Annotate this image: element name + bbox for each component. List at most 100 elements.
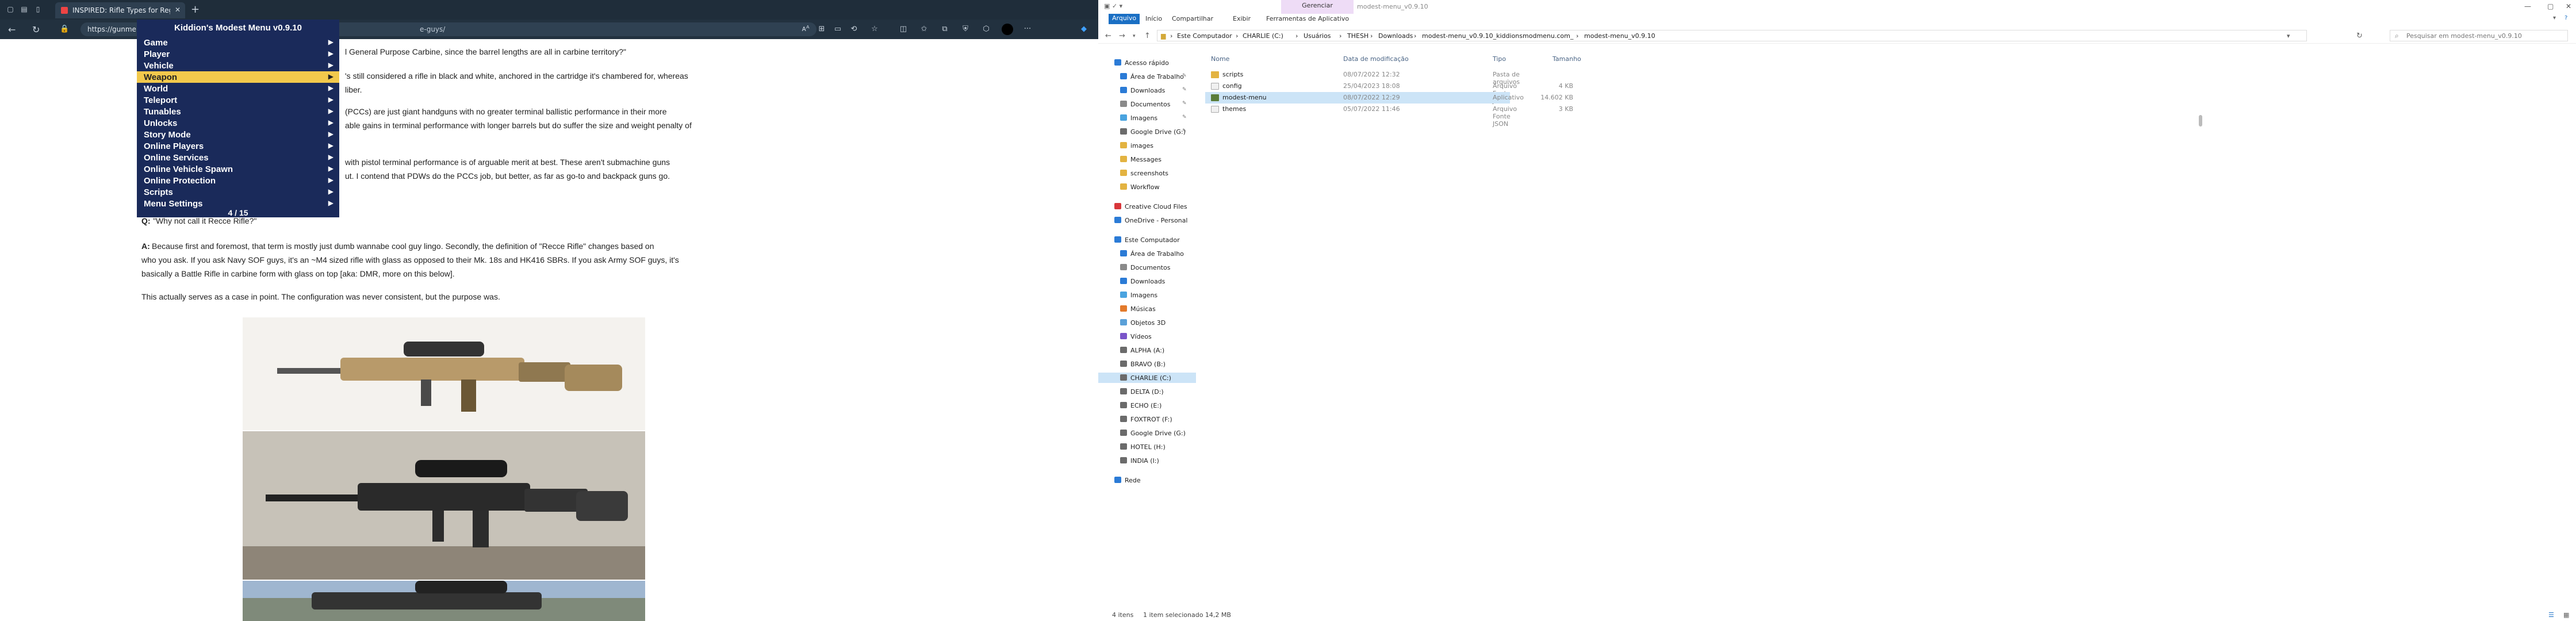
- nav-item[interactable]: Imagens ✎: [1098, 113, 1196, 123]
- mod-menu-item[interactable]: World ▶: [137, 83, 339, 94]
- profile-avatar[interactable]: [1002, 24, 1013, 35]
- favorite-star-icon[interactable]: ☆: [869, 25, 880, 34]
- nav-item[interactable]: DELTA (D:): [1098, 386, 1196, 397]
- copilot-icon[interactable]: ◆: [1079, 25, 1089, 34]
- extensions-icon[interactable]: ⬡: [981, 25, 991, 34]
- nav-item[interactable]: Acesso rápido: [1098, 57, 1196, 68]
- nav-item[interactable]: Objetos 3D: [1098, 317, 1196, 328]
- column-header-size[interactable]: Tamanho: [1552, 55, 1581, 63]
- quick-access-toolbar-icon[interactable]: ▣ ✓ ▾: [1104, 2, 1122, 10]
- path-dropdown-icon[interactable]: ▾: [2287, 32, 2290, 40]
- nav-item[interactable]: INDIA (I:): [1098, 455, 1196, 466]
- mod-menu-item[interactable]: Online Vehicle Spawn ▶: [137, 163, 339, 175]
- file-row[interactable]: modest-menu 08/07/2022 12:29 Aplicativo 14.…: [1205, 92, 1573, 103]
- breadcrumb-item[interactable]: THESH: [1347, 32, 1368, 40]
- explorer-search-box[interactable]: ⌕ Pesquisar em modest-menu_v0.9.10: [2390, 30, 2568, 41]
- browser-tab[interactable]: INSPIRED: Rifle Types for Regula ✕: [55, 2, 185, 18]
- explorer-forward-icon[interactable]: →: [1119, 32, 1125, 40]
- nav-item[interactable]: screenshots: [1098, 168, 1196, 178]
- nav-pane-scrollbar[interactable]: [2196, 55, 2205, 607]
- context-tab-manage[interactable]: Gerenciar: [1281, 0, 1354, 12]
- up-folder-icon[interactable]: ↑: [1144, 32, 1151, 40]
- close-window-icon[interactable]: ✕: [2566, 2, 2571, 10]
- ribbon-tab-file[interactable]: Arquivo: [1109, 14, 1140, 24]
- nav-item[interactable]: Google Drive (G:) ✎: [1098, 126, 1196, 137]
- breadcrumb-item[interactable]: Usuários: [1304, 32, 1331, 40]
- mod-menu-item[interactable]: Unlocks ▶: [137, 117, 339, 129]
- nav-item[interactable]: Documentos: [1098, 262, 1196, 273]
- more-menu-icon[interactable]: ···: [1022, 25, 1033, 34]
- nav-item[interactable]: Vídeos: [1098, 331, 1196, 342]
- mod-menu-item[interactable]: Teleport ▶: [137, 94, 339, 106]
- mod-menu-item[interactable]: Weapon ▶: [137, 71, 339, 83]
- nav-item[interactable]: ALPHA (A:): [1098, 345, 1196, 355]
- ribbon-tab-app-tools[interactable]: Ferramentas de Aplicativo: [1266, 15, 1349, 22]
- ribbon-tab-home[interactable]: Início: [1145, 15, 1162, 22]
- tab-actions-icon[interactable]: ▤: [20, 5, 29, 14]
- nav-item[interactable]: Creative Cloud Files: [1098, 201, 1196, 212]
- close-tab-icon[interactable]: ✕: [175, 6, 181, 14]
- new-tab-icon[interactable]: +: [191, 3, 200, 16]
- explorer-path-bar[interactable]: ▆ › Este Computador › CHARLIE (C:) › Usu…: [1157, 30, 2307, 41]
- mod-menu-item[interactable]: Game ▶: [137, 37, 339, 48]
- maximize-icon[interactable]: ▢: [2547, 2, 2554, 10]
- breadcrumb-item[interactable]: CHARLIE (C:): [1243, 32, 1283, 40]
- nav-item[interactable]: Documentos ✎: [1098, 99, 1196, 109]
- mod-menu-item[interactable]: Tunables ▶: [137, 106, 339, 117]
- column-header-type[interactable]: Tipo: [1493, 55, 1506, 63]
- nav-item[interactable]: BRAVO (B:): [1098, 359, 1196, 369]
- vertical-tabs-icon[interactable]: ▯: [33, 5, 43, 14]
- mod-menu-item[interactable]: Online Players ▶: [137, 140, 339, 152]
- details-view-icon[interactable]: ☰: [2548, 611, 2554, 619]
- nav-item[interactable]: Workflow: [1098, 182, 1196, 192]
- nav-item[interactable]: Área de Trabalho ✎: [1098, 71, 1196, 82]
- nav-item[interactable]: Este Computador: [1098, 235, 1196, 245]
- nav-item[interactable]: Google Drive (G:): [1098, 428, 1196, 438]
- ribbon-tab-share[interactable]: Compartilhar: [1172, 15, 1213, 22]
- apps-icon[interactable]: ⊞: [816, 25, 827, 34]
- nav-item[interactable]: Imagens: [1098, 290, 1196, 300]
- translate-icon[interactable]: ⟲: [849, 25, 859, 34]
- ribbon-expand-icon[interactable]: ▾: [2553, 15, 2556, 21]
- nav-item[interactable]: Músicas: [1098, 304, 1196, 314]
- favorites-icon[interactable]: ✩: [919, 25, 929, 34]
- mod-menu-item[interactable]: Online Services ▶: [137, 152, 339, 163]
- read-aloud-icon[interactable]: ᴀᴬ: [800, 25, 811, 34]
- column-header-name[interactable]: Nome: [1211, 55, 1229, 63]
- explorer-back-icon[interactable]: ←: [1105, 32, 1111, 40]
- mod-menu-item[interactable]: Vehicle ▶: [137, 60, 339, 71]
- ribbon-tab-view[interactable]: Exibir: [1233, 15, 1251, 22]
- breadcrumb-item[interactable]: Este Computador: [1177, 32, 1232, 40]
- large-icons-view-icon[interactable]: ▦: [2563, 611, 2569, 619]
- nav-item[interactable]: OneDrive - Personal: [1098, 215, 1196, 225]
- refresh-folder-icon[interactable]: ↻: [2356, 32, 2363, 40]
- file-row[interactable]: themes 05/07/2022 11:46 Arquivo Fonte JSON…: [1205, 103, 1573, 128]
- nav-item[interactable]: Rede: [1098, 475, 1196, 485]
- mod-menu-item[interactable]: Scripts ▶: [137, 186, 339, 198]
- mod-menu-item[interactable]: Story Mode ▶: [137, 129, 339, 140]
- mod-menu-item[interactable]: Online Protection ▶: [137, 175, 339, 186]
- breadcrumb-item[interactable]: modest-menu_v0.9.10: [1584, 32, 1655, 40]
- reader-icon[interactable]: ▭: [833, 25, 843, 34]
- minimize-icon[interactable]: —: [2524, 2, 2531, 10]
- nav-item[interactable]: images: [1098, 140, 1196, 151]
- nav-item[interactable]: FOXTROT (F:): [1098, 414, 1196, 424]
- mod-menu-item[interactable]: Menu Settings ▶: [137, 198, 339, 209]
- breadcrumb-item[interactable]: Downloads: [1378, 32, 1413, 40]
- nav-item[interactable]: ECHO (E:): [1098, 400, 1196, 411]
- breadcrumb-item[interactable]: modest-menu_v0.9.10_kiddionsmodmenu.com_: [1422, 32, 1573, 40]
- collections-icon[interactable]: ⧉: [940, 25, 950, 34]
- nav-item[interactable]: Downloads: [1098, 276, 1196, 286]
- back-icon[interactable]: ←: [8, 24, 16, 35]
- nav-item[interactable]: Downloads ✎: [1098, 85, 1196, 95]
- file-row[interactable]: config25/04/2023 18:08Arquivo Fonte JSON…: [1205, 80, 1573, 105]
- split-screen-icon[interactable]: ◫: [898, 25, 908, 34]
- nav-item[interactable]: CHARLIE (C:): [1098, 373, 1196, 383]
- workspaces-icon[interactable]: ▢: [6, 5, 15, 14]
- recent-locations-icon[interactable]: ▾: [1133, 33, 1136, 39]
- column-header-date[interactable]: Data de modificação: [1343, 55, 1409, 63]
- shield-icon[interactable]: ⛨: [960, 25, 971, 34]
- refresh-icon[interactable]: ↻: [32, 24, 40, 35]
- help-icon[interactable]: ?: [2564, 15, 2567, 21]
- nav-item[interactable]: Área de Trabalho: [1098, 248, 1196, 259]
